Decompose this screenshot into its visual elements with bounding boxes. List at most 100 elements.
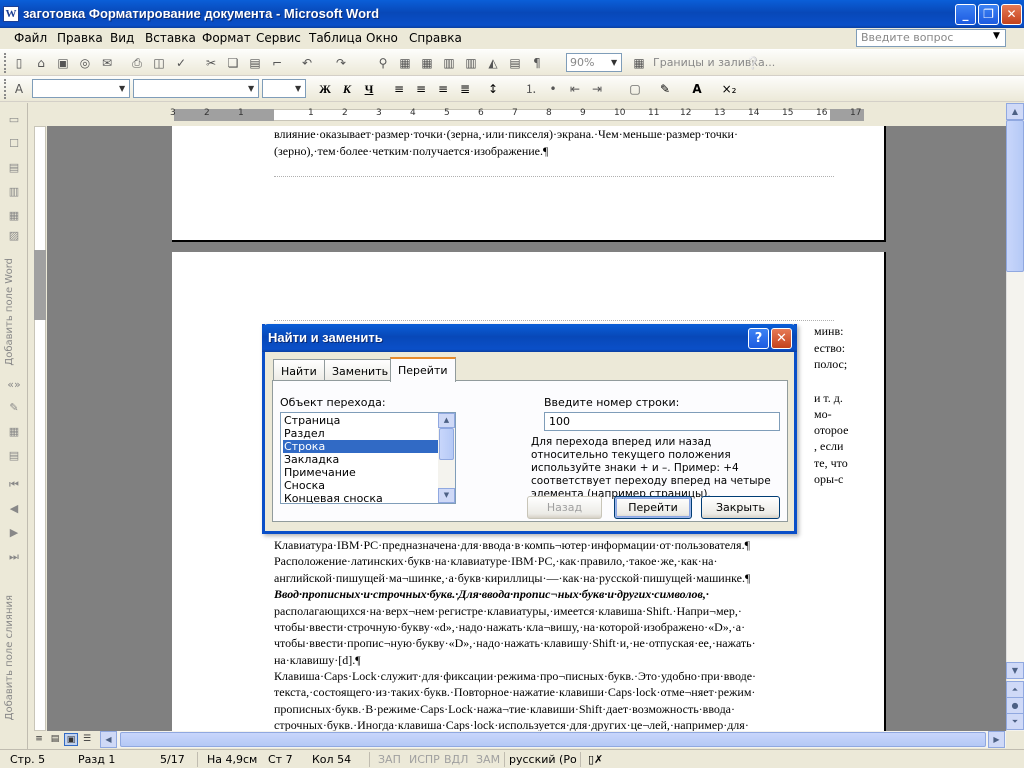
menu-insert[interactable]: Вставка xyxy=(145,31,196,45)
text-line[interactable]: текста,·состоящего·из·таких·букв.·Повтор… xyxy=(274,684,755,700)
next-record-icon[interactable]: ▶ xyxy=(5,526,23,542)
menu-help[interactable]: Справка xyxy=(409,31,462,45)
text-line[interactable]: строчных·букв.·Иногда·клавиша·Caps·lock·… xyxy=(274,717,749,731)
title-bar[interactable]: W заготовка Форматирование документа - M… xyxy=(0,0,1024,28)
justify-icon[interactable]: ≣ xyxy=(456,80,474,98)
menu-window[interactable]: Окно xyxy=(366,31,398,45)
text-line[interactable]: Расположение·латинских·букв·на·клавиатур… xyxy=(274,553,717,569)
drawing-icon[interactable]: ◭ xyxy=(484,54,502,72)
web-view-icon[interactable]: ▤ xyxy=(48,733,62,746)
hyperlink-icon[interactable]: ⚲ xyxy=(374,54,392,72)
status-ext[interactable]: ВДЛ xyxy=(444,753,468,766)
open-icon[interactable]: ⌂ xyxy=(32,54,50,72)
status-ovr[interactable]: ЗАМ xyxy=(476,753,500,766)
permission-icon[interactable]: ◎ xyxy=(76,54,94,72)
back-button[interactable]: Назад xyxy=(527,496,602,519)
scroll-left-icon[interactable]: ◀ xyxy=(100,731,117,748)
decrease-indent-icon[interactable]: ⇤ xyxy=(566,80,584,98)
borders-icon[interactable]: ▦ xyxy=(630,54,648,72)
form-check-icon[interactable]: ☐ xyxy=(5,137,23,153)
list-item[interactable]: Раздел xyxy=(283,427,439,440)
redo-icon[interactable]: ↷ xyxy=(332,54,350,72)
line-number-input[interactable]: 100 xyxy=(544,412,780,431)
text-fragment[interactable]: полос; xyxy=(814,356,847,372)
dialog-help-button[interactable]: ? xyxy=(748,328,769,349)
next-page-icon[interactable]: ⏷ xyxy=(1006,713,1024,730)
text-fragment[interactable]: мо- xyxy=(814,406,832,422)
text-line[interactable]: чтобы·ввести·строчную·букву·«d»,·надо·на… xyxy=(274,619,745,635)
list-scroll-up-icon[interactable]: ▲ xyxy=(438,413,455,428)
prev-record-icon[interactable]: ◀ xyxy=(5,502,23,518)
form-shade-icon[interactable]: ▥ xyxy=(5,185,23,201)
status-language[interactable]: русский (Ро xyxy=(509,753,577,766)
toolbar-grip[interactable] xyxy=(4,79,7,99)
bold-button[interactable]: Ж xyxy=(316,80,334,98)
text-fragment[interactable]: ество: xyxy=(814,340,845,356)
menu-edit[interactable]: Правка xyxy=(57,31,103,45)
tab-replace[interactable]: Заменить xyxy=(324,359,397,381)
status-rec[interactable]: ЗАП xyxy=(378,753,401,766)
email-icon[interactable]: ✉ xyxy=(98,54,116,72)
align-center-icon[interactable]: ≡ xyxy=(412,80,430,98)
text-fragment[interactable]: , если xyxy=(814,438,843,454)
underline-button[interactable]: Ч xyxy=(360,80,378,98)
tables-borders-icon[interactable]: ▦ xyxy=(396,54,414,72)
menu-view[interactable]: Вид xyxy=(110,31,134,45)
text-line[interactable]: (зерно),·тем·более·четким·получается·изо… xyxy=(274,143,548,159)
toolbar-grip[interactable] xyxy=(4,53,7,73)
merge-abc-icon[interactable]: ✎ xyxy=(5,401,23,417)
zoom-combo[interactable]: 90% ▼ xyxy=(566,53,622,72)
form-protect-icon[interactable]: ▦ xyxy=(5,209,23,225)
text-line[interactable]: английской·пишущей·ма¬шинке,·а·букв·кири… xyxy=(274,570,750,586)
print-preview-icon[interactable]: ◫ xyxy=(150,54,168,72)
maximize-button[interactable]: ❐ xyxy=(978,4,999,25)
undo-icon[interactable]: ↶ xyxy=(298,54,316,72)
horizontal-scroll-thumb[interactable] xyxy=(120,732,986,747)
align-left-icon[interactable]: ≡ xyxy=(390,80,408,98)
text-fragment[interactable]: минв: xyxy=(814,323,843,339)
insert-excel-icon[interactable]: ▥ xyxy=(440,54,458,72)
copy-icon[interactable]: ❏ xyxy=(224,54,242,72)
text-fragment[interactable]: оторое xyxy=(814,422,848,438)
spelling-icon[interactable]: ✓ xyxy=(172,54,190,72)
text-fragment[interactable]: и т. д. xyxy=(814,390,843,406)
list-item[interactable]: Сноска xyxy=(283,479,439,492)
line-spacing-icon[interactable]: ↕ xyxy=(484,80,502,98)
italic-button[interactable]: К xyxy=(338,80,356,98)
menu-tools[interactable]: Сервис xyxy=(256,31,301,45)
tab-find[interactable]: Найти xyxy=(273,359,325,381)
new-document-icon[interactable]: ▯ xyxy=(10,54,28,72)
text-line[interactable]: на·клавишу·[d].¶ xyxy=(274,652,361,668)
text-line[interactable]: Ввод·прописных·и·строчных·букв.·Для·ввод… xyxy=(274,586,709,602)
merge-table-icon[interactable]: ▦ xyxy=(5,425,23,441)
add-merge-field-label[interactable]: Добавить поле слияния xyxy=(4,595,15,720)
list-item[interactable]: Примечание xyxy=(283,466,439,479)
list-item[interactable]: Концевая сноска xyxy=(283,492,439,503)
bullets-icon[interactable]: • xyxy=(544,80,562,98)
text-line[interactable]: чтобы·ввести·пропис¬ную·букву·«D»,·надо·… xyxy=(274,635,756,651)
merge-list-icon[interactable]: ▤ xyxy=(5,449,23,465)
print-icon[interactable]: ⎙ xyxy=(128,54,146,72)
format-painter-icon[interactable]: ⌐ xyxy=(268,54,286,72)
scroll-right-icon[interactable]: ▶ xyxy=(988,731,1005,748)
text-line[interactable]: прописных·букв.·В·режиме·Caps·Lock·нажа¬… xyxy=(274,701,735,717)
scroll-up-icon[interactable]: ▲ xyxy=(1006,103,1024,120)
help-icon[interactable]: ❔ xyxy=(744,54,762,72)
print-view-icon[interactable]: ▣ xyxy=(64,733,78,746)
list-scroll-down-icon[interactable]: ▼ xyxy=(438,488,455,503)
close-button[interactable]: ✕ xyxy=(1001,4,1022,25)
form-field-icon[interactable]: ▭ xyxy=(5,113,23,129)
show-hide-icon[interactable]: ¶ xyxy=(528,54,546,72)
text-fragment[interactable]: оры-с xyxy=(814,471,843,487)
outline-view-icon[interactable]: ☰ xyxy=(80,733,94,746)
tab-goto[interactable]: Перейти xyxy=(390,357,456,382)
add-word-field-label[interactable]: Добавить поле Word xyxy=(4,258,15,366)
text-line[interactable]: Клавиша·Caps·Lock·служит·для·фиксации·ре… xyxy=(274,668,756,684)
columns-icon[interactable]: ▥ xyxy=(462,54,480,72)
save-icon[interactable]: ▣ xyxy=(54,54,72,72)
last-record-icon[interactable]: ⏭ xyxy=(5,550,23,566)
ask-dropdown-icon[interactable]: ▼ xyxy=(993,31,1000,41)
font-color-icon[interactable]: A xyxy=(688,80,706,98)
dialog-close-button[interactable]: ✕ xyxy=(771,328,792,349)
insert-table-icon[interactable]: ▦ xyxy=(418,54,436,72)
